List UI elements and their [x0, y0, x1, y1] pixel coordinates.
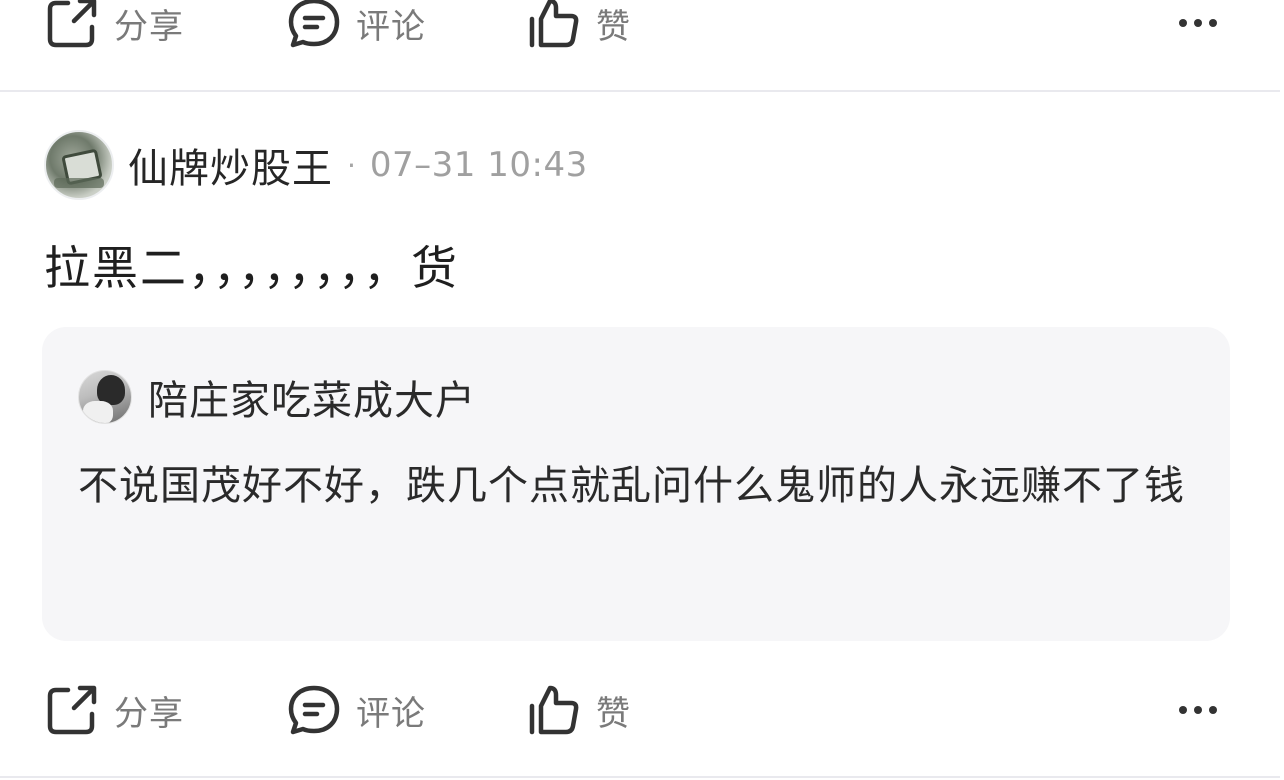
like-label: 赞 [596, 6, 631, 47]
comment-label: 评论 [356, 6, 426, 47]
like-button[interactable]: 赞 [526, 665, 631, 755]
post-divider [0, 90, 1280, 92]
comment-icon [286, 682, 342, 738]
more-horizontal-icon [1179, 706, 1217, 714]
post-timestamp: 07–31 10:43 [369, 145, 588, 185]
thumbs-up-icon [526, 682, 582, 738]
post-header: 仙牌炒股王 · 07–31 10:43 [44, 130, 588, 200]
quoted-username[interactable]: 陪庄家吃菜成大户 [148, 368, 476, 426]
separator-dot: · [347, 148, 356, 182]
like-label: 赞 [596, 693, 631, 734]
more-horizontal-icon [1179, 19, 1217, 27]
quoted-user-avatar[interactable] [78, 370, 132, 424]
comment-button[interactable]: 评论 [286, 0, 426, 68]
share-icon [44, 0, 100, 51]
share-icon [44, 682, 100, 738]
feed-page: 分享 评论 赞 仙牌炒股王 · 07–31 10:43 拉黑二，，，，，，，，货… [0, 0, 1284, 780]
username[interactable]: 仙牌炒股王 [128, 136, 333, 194]
quoted-comment-card[interactable]: 陪庄家吃菜成大户 不说国茂好不好，跌几个点就乱问什么鬼师的人永远赚不了钱 [42, 327, 1230, 641]
quoted-comment-header: 陪庄家吃菜成大户 [78, 369, 476, 425]
quoted-comment-text: 不说国茂好不好，跌几个点就乱问什么鬼师的人永远赚不了钱 [78, 463, 1185, 509]
more-options-button[interactable] [1168, 0, 1228, 68]
like-button[interactable]: 赞 [526, 0, 631, 68]
post-action-bar: 分享 评论 赞 [0, 665, 1284, 755]
share-button[interactable]: 分享 [44, 665, 184, 755]
post-body: 拉黑二，，，，，，，，货 [44, 241, 459, 295]
more-options-button[interactable] [1168, 665, 1228, 755]
post-divider [0, 776, 1280, 778]
comment-icon [286, 0, 342, 51]
share-label: 分享 [114, 693, 184, 734]
avatar[interactable] [44, 130, 114, 200]
comment-label: 评论 [356, 693, 426, 734]
thumbs-up-icon [526, 0, 582, 51]
previous-post-action-bar: 分享 评论 赞 [0, 0, 1284, 68]
share-label: 分享 [114, 6, 184, 47]
share-button[interactable]: 分享 [44, 0, 184, 68]
comment-button[interactable]: 评论 [286, 665, 426, 755]
